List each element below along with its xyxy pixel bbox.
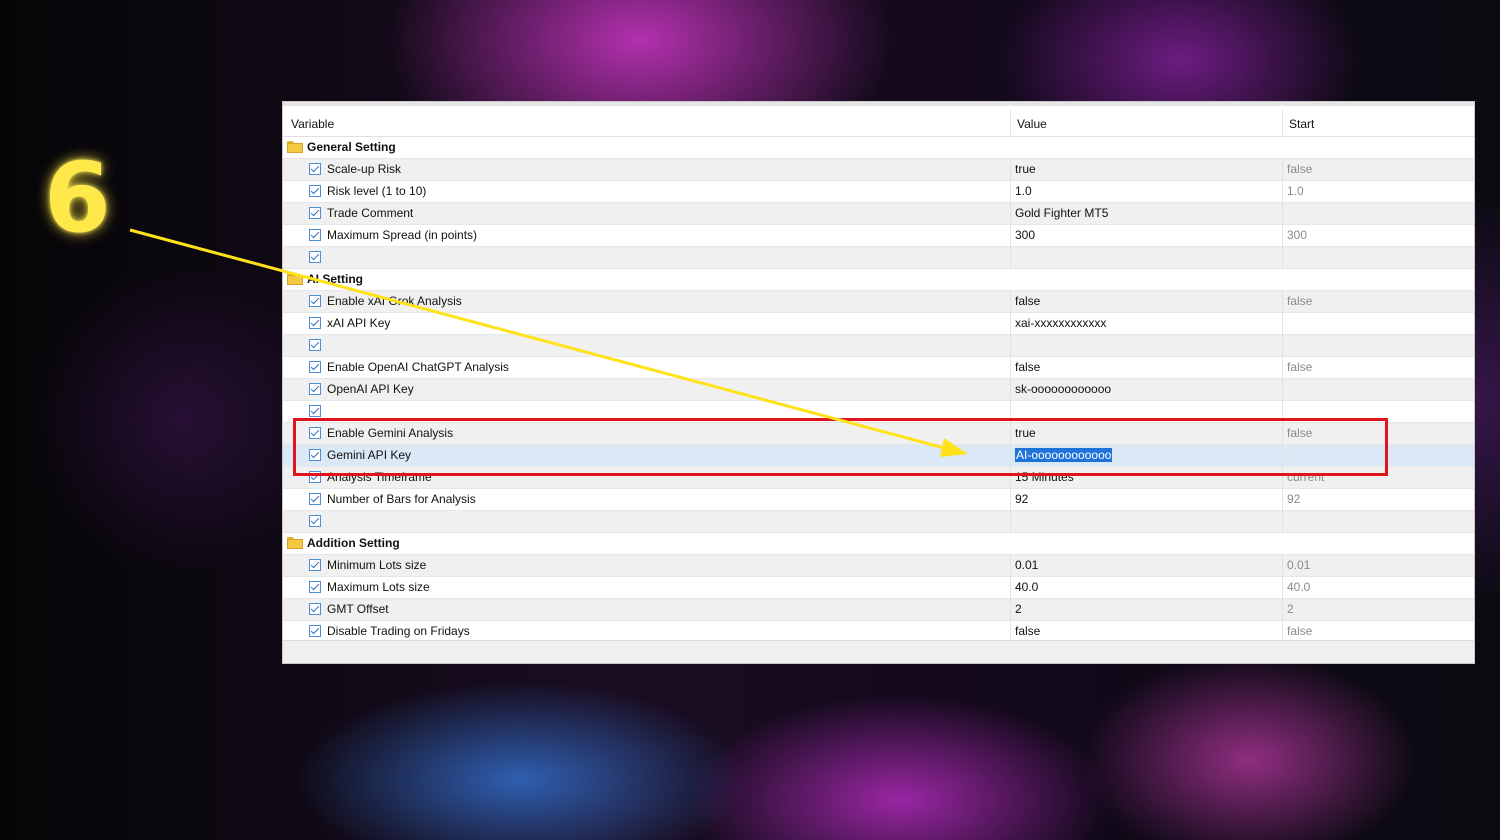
arrow-head [940,438,968,457]
pointer-arrow [129,228,968,457]
arrow-line [129,228,949,451]
